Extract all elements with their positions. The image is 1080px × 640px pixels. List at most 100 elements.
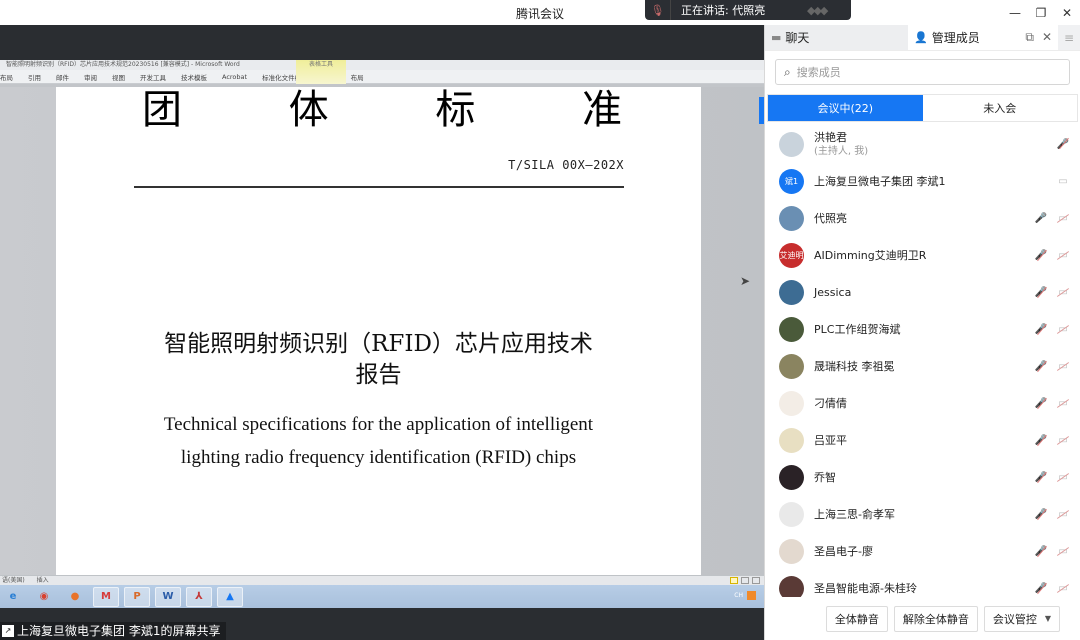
title-en-line: Technical specifications for the applica… xyxy=(163,414,594,435)
member-status-icons: 🎤 ▭ xyxy=(1035,250,1069,262)
member-name: 洪艳君 xyxy=(814,130,847,144)
reading-layout-icon[interactable] xyxy=(741,577,749,584)
member-name: 吕亚平 xyxy=(814,433,847,447)
member-info: 上海复旦微电子集团 李斌1 xyxy=(814,175,946,189)
member-row[interactable]: 洪艳君 (主持人, 我) 🎤 xyxy=(765,125,1080,163)
member-row[interactable]: Jessica 🎤 ▭ xyxy=(765,274,1080,311)
chrome-icon[interactable]: ◉ xyxy=(31,587,57,607)
camera-off-icon[interactable]: ▭ xyxy=(1057,509,1069,521)
member-row[interactable]: 刁倩倩 🎤 ▭ xyxy=(765,385,1080,422)
menu-icon[interactable]: ≡ xyxy=(1058,25,1080,50)
member-row[interactable]: 圣昌智能电源-朱桂玲 🎤 ▭ xyxy=(765,570,1080,597)
tab-chat[interactable]: ▬ 聊天 xyxy=(765,25,908,50)
mute-all-button[interactable]: 全体静音 xyxy=(825,605,888,632)
print-layout-icon[interactable] xyxy=(730,577,738,584)
mic-icon[interactable]: 🎤 xyxy=(1035,213,1047,225)
mic-muted-icon[interactable]: 🎤 xyxy=(1057,138,1069,150)
mic-muted-icon[interactable]: 🎤 xyxy=(1035,435,1047,447)
unmute-all-button[interactable]: 解除全体静音 xyxy=(893,605,978,632)
shared-screen: 智能照明射频识别（RFID）芯片应用技术规范20230516 [兼容模式] - … xyxy=(0,25,764,640)
ribbon-tab[interactable]: 布局 xyxy=(351,72,364,82)
screen-share-label: ↗ 上海复旦微电子集团 李斌1的屏幕共享 xyxy=(0,622,227,640)
member-row[interactable]: 圣昌电子-廖 🎤 ▭ xyxy=(765,533,1080,570)
ie-icon[interactable]: e xyxy=(0,587,26,607)
web-layout-icon[interactable] xyxy=(752,577,760,584)
camera-off-icon[interactable]: ▭ xyxy=(1057,287,1069,299)
ribbon-tab[interactable]: 视图 xyxy=(112,72,125,82)
camera-off-icon[interactable]: ▭ xyxy=(1057,250,1069,262)
avatar xyxy=(779,539,804,564)
avatar: 艾迪明 xyxy=(779,243,804,268)
member-status-icons: 🎤 ▭ xyxy=(1035,361,1069,373)
member-row[interactable]: 吕亚平 🎤 ▭ xyxy=(765,422,1080,459)
tab-in-meeting[interactable]: 会议中(22) xyxy=(768,95,923,121)
powerpoint-icon[interactable]: P xyxy=(124,586,150,607)
ribbon-tab[interactable]: 引用 xyxy=(28,72,41,82)
mic-muted-icon[interactable]: 🎤 xyxy=(1035,250,1047,262)
ribbon-tab[interactable]: 布局 xyxy=(0,72,13,82)
windows-taskbar: e ◉ ● M P W ⅄ ▲ CH xyxy=(0,585,764,608)
member-search[interactable]: ⌕ xyxy=(775,59,1070,85)
meeting-control-label: 会议管控 xyxy=(992,612,1037,626)
doc-title-en: Technical specifications for the applica… xyxy=(56,408,701,474)
heading-char: 体 xyxy=(288,87,329,133)
tab-not-joined[interactable]: 未入会 xyxy=(922,95,1077,121)
firefox-icon[interactable]: ● xyxy=(62,587,88,607)
member-name: 晟瑞科技 李祖冕 xyxy=(814,359,895,373)
ribbon-tab[interactable]: 开发工具 xyxy=(140,72,166,82)
ribbon-tab[interactable]: 技术模板 xyxy=(181,72,207,82)
member-row[interactable]: 代照亮 🎤 ▭ xyxy=(765,200,1080,237)
mic-muted-icon[interactable]: 🎤 xyxy=(1035,546,1047,558)
tencent-meeting-icon[interactable]: ▲ xyxy=(217,586,243,607)
camera-off-icon[interactable]: ▭ xyxy=(1057,324,1069,336)
member-row[interactable]: PLC工作组贺海斌 🎤 ▭ xyxy=(765,311,1080,348)
member-info: Jessica xyxy=(814,286,851,300)
member-name: 乔智 xyxy=(814,470,836,484)
avatar xyxy=(779,576,804,597)
member-info: 上海三思-俞孝军 xyxy=(814,508,895,522)
status-insert-mode: 插入 xyxy=(36,577,49,584)
pdf-icon[interactable]: ⅄ xyxy=(186,586,212,607)
meeting-control-button[interactable]: 会议管控 ▼ xyxy=(983,605,1061,632)
camera-off-icon[interactable]: ▭ xyxy=(1057,583,1069,595)
panel-footer: 全体静音 解除全体静音 会议管控 ▼ xyxy=(765,597,1080,640)
camera-off-icon[interactable]: ▭ xyxy=(1057,472,1069,484)
avatar xyxy=(779,428,804,453)
camera-off-icon[interactable]: ▭ xyxy=(1057,398,1069,410)
mic-muted-icon[interactable]: 🎤 xyxy=(1035,398,1047,410)
member-info: 晟瑞科技 李祖冕 xyxy=(814,360,895,374)
tab-members[interactable]: 👤 管理成员 ⧉ ✕ xyxy=(908,25,1058,50)
camera-off-icon[interactable]: ▭ xyxy=(1057,361,1069,373)
member-row[interactable]: 乔智 🎤 ▭ xyxy=(765,459,1080,496)
mic-muted-icon[interactable]: 🎤 xyxy=(1035,509,1047,521)
close-panel-icon[interactable]: ✕ xyxy=(1042,30,1052,45)
member-row[interactable]: 晟瑞科技 李祖冕 🎤 ▭ xyxy=(765,348,1080,385)
chat-icon: ▬ xyxy=(771,31,782,44)
mic-muted-icon[interactable]: 🎤 xyxy=(1035,583,1047,595)
ribbon-tab[interactable]: 邮件 xyxy=(56,72,69,82)
panel-tabs: ▬ 聊天 👤 管理成员 ⧉ ✕ ≡ xyxy=(765,25,1080,51)
restore-button[interactable]: ❐ xyxy=(1028,0,1054,25)
member-row[interactable]: 上海三思-俞孝军 🎤 ▭ xyxy=(765,496,1080,533)
camera-off-icon[interactable]: ▭ xyxy=(1057,213,1069,225)
mic-muted-icon[interactable]: 🎤 xyxy=(1035,287,1047,299)
ribbon-tab[interactable]: 审阅 xyxy=(84,72,97,82)
camera-off-icon[interactable]: ▭ xyxy=(1057,546,1069,558)
member-status-icons: 🎤 ▭ xyxy=(1035,472,1069,484)
close-button[interactable]: ✕ xyxy=(1054,0,1080,25)
member-row[interactable]: 艾迪明 AIDimming艾迪明卫R 🎤 ▭ xyxy=(765,237,1080,274)
member-row[interactable]: 斌1 上海复旦微电子集团 李斌1 ▭ xyxy=(765,163,1080,200)
mic-muted-icon[interactable]: 🎤 xyxy=(1035,324,1047,336)
title-cn-line: 智能照明射频识别（RFID）芯片应用技术 xyxy=(164,331,593,357)
mic-muted-icon[interactable]: 🎤 xyxy=(1035,361,1047,373)
screen-share-icon[interactable]: ▭ xyxy=(1057,176,1069,188)
search-input[interactable] xyxy=(796,65,1069,79)
mic-muted-icon[interactable]: 🎤 xyxy=(1035,472,1047,484)
word-icon[interactable]: W xyxy=(155,586,181,607)
ribbon-tab[interactable]: Acrobat xyxy=(222,73,247,81)
mail-app-icon[interactable]: M xyxy=(93,586,119,607)
search-icon: ⌕ xyxy=(784,64,791,79)
popout-icon[interactable]: ⧉ xyxy=(1025,30,1034,45)
camera-off-icon[interactable]: ▭ xyxy=(1057,435,1069,447)
minimize-button[interactable]: — xyxy=(1002,0,1028,25)
